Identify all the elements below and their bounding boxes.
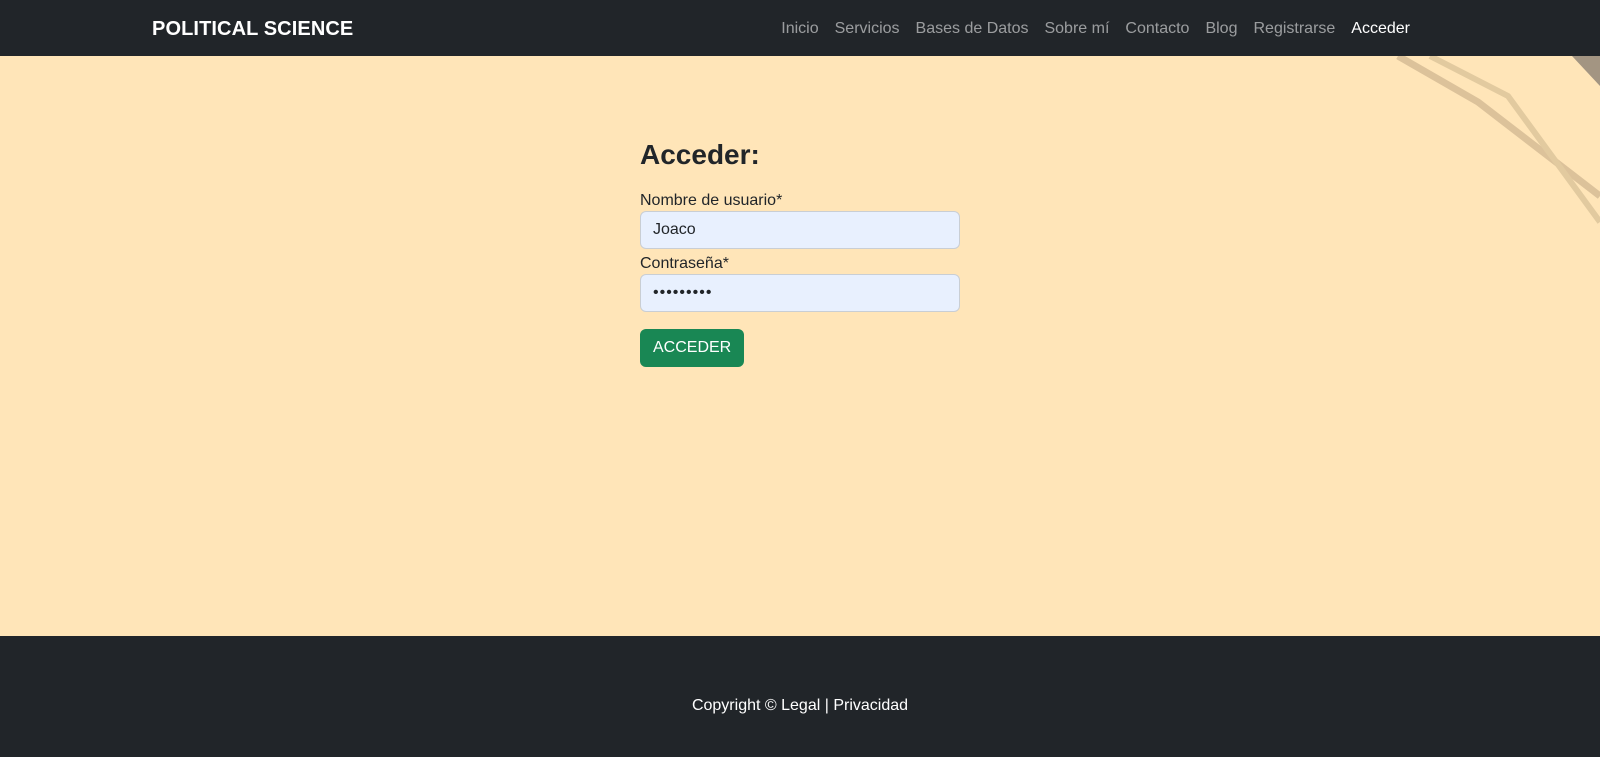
nav-links: Inicio Servicios Bases de Datos Sobre mí… — [781, 18, 1410, 40]
brand-logo-link[interactable]: POLITICAL SCIENCE — [152, 17, 353, 41]
copyright-text: Copyright © — [691, 697, 777, 714]
footer-separator: | — [824, 697, 829, 714]
page-footer: Copyright © Legal | Privacidad — [0, 636, 1600, 757]
footer-line: Copyright © Legal | Privacidad — [0, 696, 1600, 716]
nav-link-sobre-mi[interactable]: Sobre mí — [1044, 18, 1109, 40]
nav-link-contacto[interactable]: Contacto — [1125, 18, 1189, 40]
nav-link-inicio[interactable]: Inicio — [781, 18, 818, 40]
password-input[interactable] — [640, 274, 960, 312]
nav-link-acceder[interactable]: Acceder — [1351, 18, 1410, 40]
login-form: Acceder: Nombre de usuario* Contraseña* … — [640, 138, 960, 367]
nav-link-registrarse[interactable]: Registrarse — [1253, 18, 1335, 40]
main-content: Acceder: Nombre de usuario* Contraseña* … — [0, 56, 1600, 636]
decorative-lines — [1396, 56, 1600, 224]
top-navbar: POLITICAL SCIENCE Inicio Servicios Bases… — [0, 0, 1600, 56]
privacy-link[interactable]: Privacidad — [833, 697, 908, 714]
acceder-submit-button[interactable]: ACCEDER — [640, 329, 745, 367]
password-label: Contraseña* — [640, 255, 729, 272]
nav-link-blog[interactable]: Blog — [1205, 18, 1237, 40]
nav-link-servicios[interactable]: Servicios — [835, 18, 900, 40]
username-label: Nombre de usuario* — [640, 192, 783, 209]
username-input[interactable] — [640, 211, 960, 249]
form-title: Acceder: — [640, 139, 760, 170]
nav-link-bases-de-datos[interactable]: Bases de Datos — [916, 18, 1029, 40]
legal-link[interactable]: Legal — [781, 697, 820, 714]
